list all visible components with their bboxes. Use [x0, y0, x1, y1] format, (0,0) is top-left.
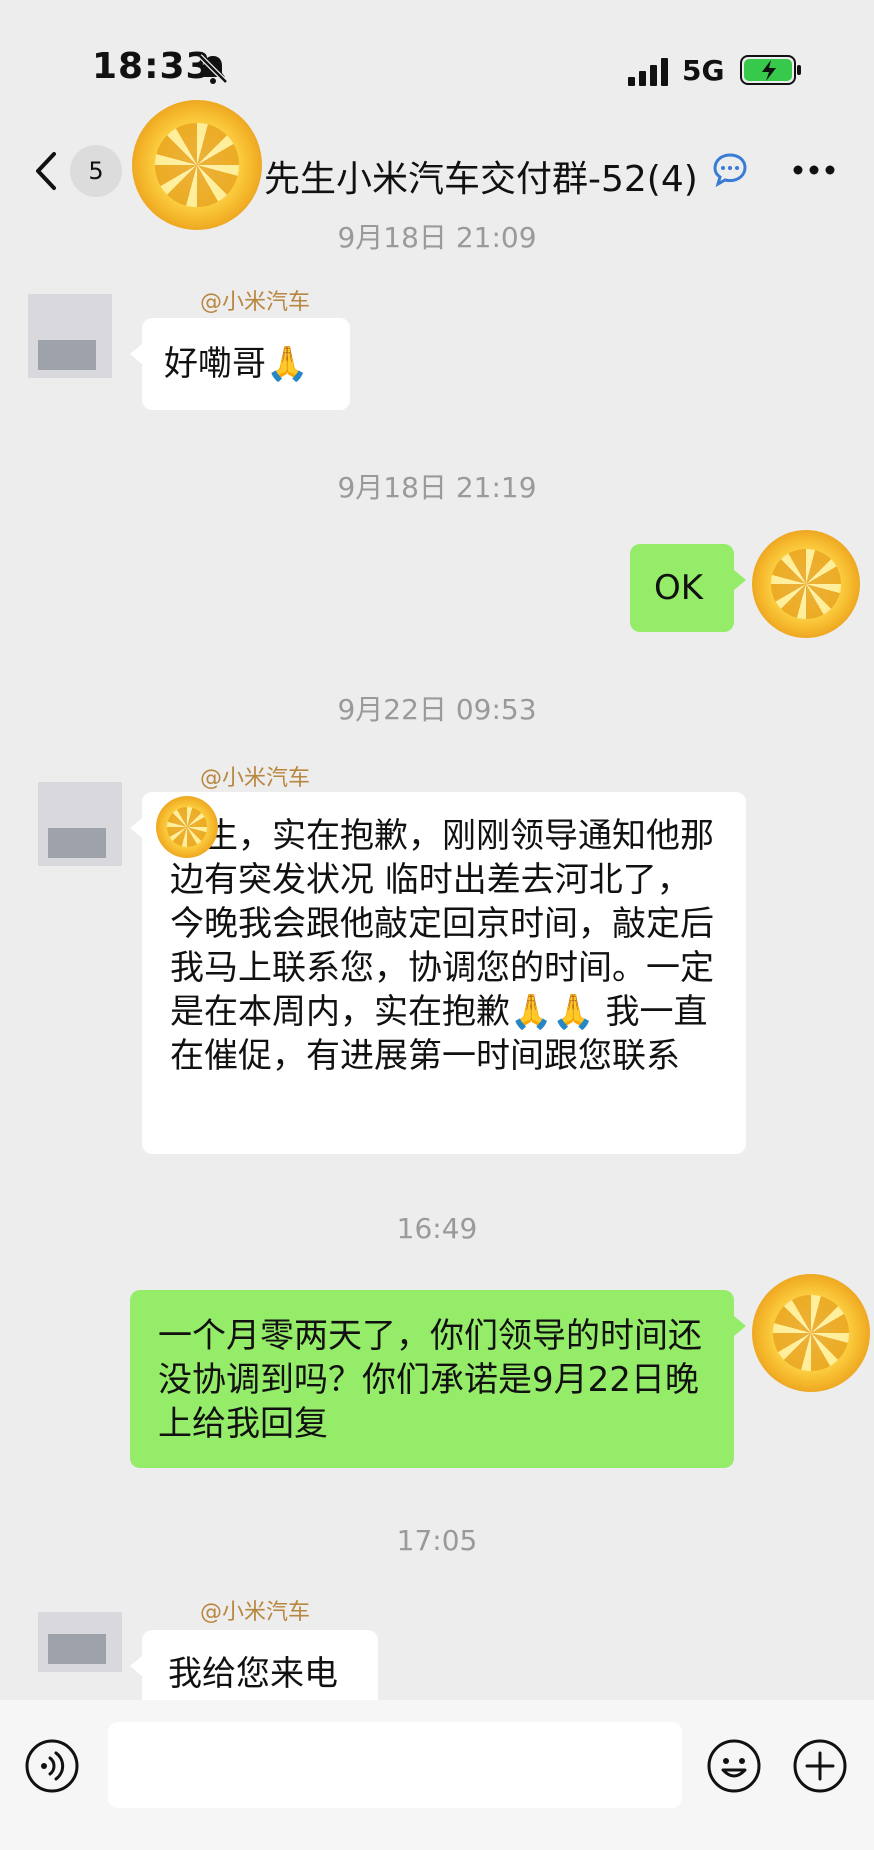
chat-bubble-icon[interactable] — [710, 150, 750, 190]
sender-name: @小米汽车 — [200, 290, 311, 315]
message-bubble[interactable]: 好嘞哥🙏 — [130, 318, 350, 410]
battery-charging-icon — [740, 55, 801, 85]
network-type: 5G — [682, 54, 725, 87]
emoji-icon[interactable] — [706, 1738, 762, 1794]
chat-title[interactable]: 先生小米汽车交付群-52(4) — [264, 150, 698, 202]
timestamp: 9月18日 21:09 — [337, 221, 537, 254]
status-bar: 18:33 5G — [0, 0, 874, 140]
timestamp: 9月22日 09:53 — [337, 693, 537, 726]
sender-name: @小米汽车 — [200, 1600, 311, 1625]
group-avatar — [132, 100, 262, 230]
plus-icon[interactable] — [792, 1738, 848, 1794]
unread-count-badge[interactable]: 5 — [70, 145, 122, 197]
avatar[interactable] — [38, 1612, 122, 1672]
message-bubble[interactable]: 一个月零两天了，你们领导的时间还没协调到吗？你们承诺是9月22日晚上给我回复 — [130, 1290, 746, 1468]
my-avatar[interactable] — [752, 1274, 870, 1392]
message-input[interactable] — [108, 1722, 682, 1808]
more-dots-icon[interactable] — [790, 156, 838, 184]
avatar[interactable] — [38, 782, 122, 866]
status-time: 18:33 — [92, 46, 212, 87]
timestamp: 16:49 — [396, 1212, 478, 1245]
message-bubble[interactable]: 先生，实在抱歉，刚刚领导通知他那边有突发状况 临时出差去河北了，今晚我会跟他敲定… — [130, 792, 746, 1154]
signal-icon — [628, 58, 668, 86]
my-avatar[interactable] — [752, 530, 860, 638]
chevron-left-icon[interactable] — [30, 148, 64, 194]
avatar[interactable] — [28, 294, 112, 378]
timestamp: 9月18日 21:19 — [337, 471, 537, 504]
sender-name: @小米汽车 — [200, 766, 311, 791]
voice-icon[interactable] — [24, 1738, 80, 1794]
mention-avatar — [156, 796, 218, 858]
timestamp: 17:05 — [396, 1524, 478, 1557]
bell-off-icon — [198, 54, 228, 84]
message-bubble[interactable]: OK — [630, 544, 746, 632]
